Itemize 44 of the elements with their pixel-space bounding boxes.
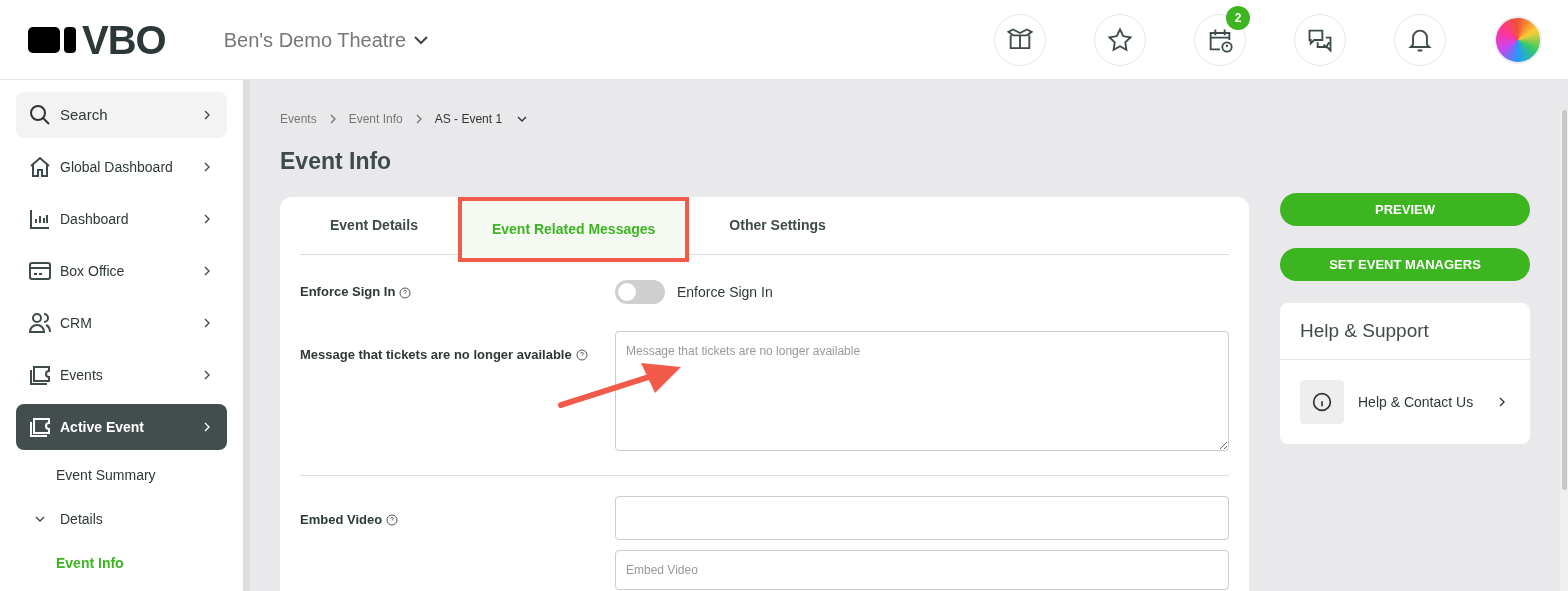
breadcrumb-link[interactable]: Events bbox=[280, 110, 317, 128]
home-icon bbox=[28, 155, 52, 179]
sidebar-item[interactable]: Global Dashboard bbox=[16, 144, 227, 190]
sidebar-item[interactable]: Box Office bbox=[16, 248, 227, 294]
toggle-switch[interactable] bbox=[615, 280, 665, 304]
search-button[interactable]: Search bbox=[16, 92, 227, 138]
ticket-icon bbox=[28, 415, 52, 439]
chevron-down-icon bbox=[414, 35, 429, 44]
notification-badge: 2 bbox=[1226, 5, 1250, 30]
toggle-label: Enforce Sign In bbox=[677, 282, 773, 302]
search-icon bbox=[28, 103, 52, 127]
scrollbar[interactable] bbox=[243, 80, 250, 591]
ticket-icon bbox=[28, 363, 52, 387]
help-icon bbox=[399, 286, 412, 299]
breadcrumb-link[interactable]: AS - Event 1 bbox=[434, 110, 503, 128]
breadcrumb-link[interactable]: Event Info bbox=[348, 110, 403, 128]
field-label: Message that tickets are no longer available bbox=[300, 330, 615, 364]
help-contact-link[interactable]: Help & Contact Us bbox=[1280, 360, 1530, 444]
avatar[interactable] bbox=[1494, 15, 1542, 64]
card-icon bbox=[28, 259, 52, 283]
sidebar-item[interactable]: Events bbox=[16, 352, 227, 398]
sidebar-subitem[interactable]: Event Summary bbox=[16, 456, 227, 494]
field-label: Embed Video bbox=[300, 495, 615, 529]
info-icon bbox=[1312, 392, 1332, 412]
people-icon bbox=[28, 311, 52, 335]
sidebar-item[interactable]: Active Event bbox=[16, 404, 227, 450]
message-textarea[interactable]: Message that tickets are no longer available bbox=[615, 330, 1229, 451]
embed-video-field[interactable]: Embed Video bbox=[615, 549, 1229, 590]
page-title: Event Info bbox=[280, 147, 393, 176]
venue-selector[interactable]: Ben's Demo Theatre bbox=[223, 24, 429, 55]
video-url-field[interactable] bbox=[615, 495, 1229, 540]
help-icon bbox=[575, 349, 588, 362]
sidebar-subitem[interactable]: Details bbox=[16, 500, 227, 538]
sidebar-item[interactable]: Dashboard bbox=[16, 196, 227, 242]
help-icon bbox=[386, 514, 399, 527]
logo[interactable]: VBO bbox=[28, 19, 166, 60]
bar-chart-icon bbox=[28, 207, 52, 231]
star-icon bbox=[1106, 25, 1134, 54]
scrollbar[interactable] bbox=[1560, 110, 1568, 591]
sidebar-item[interactable]: CRM bbox=[16, 300, 227, 346]
tab[interactable]: Other Settings bbox=[699, 196, 856, 254]
help-title: Help & Support bbox=[1280, 303, 1530, 360]
field-label: Enforce Sign In bbox=[300, 282, 615, 302]
tab[interactable]: Event Details bbox=[300, 196, 448, 254]
